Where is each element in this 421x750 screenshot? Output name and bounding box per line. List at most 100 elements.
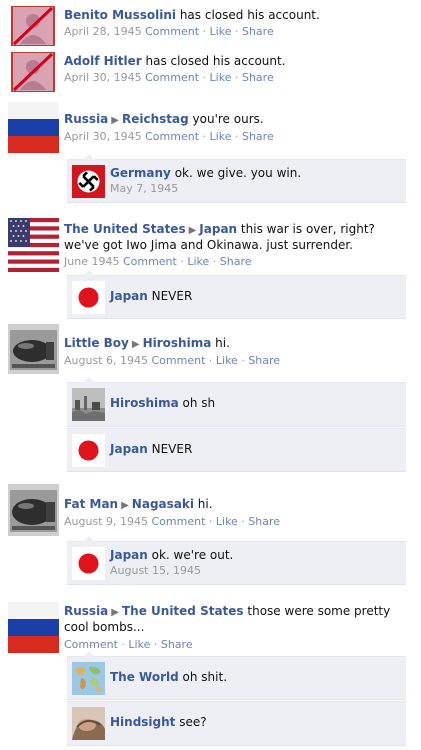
comment-text: ok. we're out. [151,548,234,562]
like-link[interactable]: Like [210,130,232,143]
hiroshima-ruins-photo-icon[interactable] [72,388,105,421]
comment-item: Japan NEVER [67,428,406,472]
swastika-flag-icon[interactable] [72,165,105,198]
post-author-link[interactable]: Benito Mussolini [64,8,176,22]
comment-link[interactable]: Comment [145,25,199,38]
comment-author-link[interactable]: Japan [110,289,148,303]
separator-dot: · [202,25,207,38]
comment-item: Japan NEVER [67,270,406,319]
post-body: Russia ▶ The United States those were some… [64,604,411,652]
post-author-link[interactable]: Adolf Hitler [64,54,142,68]
post-date: August 9, 1945 [64,515,148,528]
post-date: August 6, 1945 [64,354,148,367]
share-link[interactable]: Share [220,255,252,268]
post-text: has closed his account. [145,54,286,68]
separator-dot: · [202,130,207,143]
post-target-link[interactable]: Reichstag [122,112,189,126]
separator-dot: · [241,515,245,528]
separator-dot: · [208,354,213,367]
japan-flag-icon[interactable] [72,434,105,467]
comment-notch [83,651,95,657]
share-link[interactable]: Share [242,130,274,143]
like-link[interactable]: Like [210,25,232,38]
usa-flag-icon[interactable] [8,218,59,272]
comment-author-link[interactable]: Germany [110,166,171,180]
separator-dot: · [202,71,207,84]
share-link[interactable]: Share [242,25,274,38]
comment-text: oh sh [182,396,216,410]
feed-post: Little Boy ▶ Hiroshima hi. August 6, 1945 … [0,324,421,384]
post-text: hi. [197,497,213,511]
japan-flag-icon[interactable] [72,547,105,580]
comment-notch [83,377,95,383]
closed-account-avatar-icon[interactable] [8,6,59,54]
comment-link[interactable]: Comment [145,130,199,143]
post-date: April 28, 1945 [64,25,142,38]
comment-item: Hiroshima oh sh [67,377,406,427]
share-link[interactable]: Share [242,71,274,84]
world-map-icon[interactable] [72,662,105,695]
comment-author-link[interactable]: Hindsight [110,715,175,729]
post-author-link[interactable]: Little Boy [64,336,129,350]
like-link[interactable]: Like [216,354,238,367]
comment-author-link[interactable]: Japan [110,548,148,562]
post-author-link[interactable]: Russia [64,604,108,618]
post-date: April 30, 1945 [64,71,142,84]
comment-link[interactable]: Comment [123,255,177,268]
arrow-icon: ▶ [131,339,140,350]
comment-date: August 15, 1945 [110,564,201,577]
comment-link[interactable]: Comment [145,71,199,84]
share-link[interactable]: Share [248,515,280,528]
atomic-bomb-photo-icon[interactable] [8,484,59,536]
comment-link[interactable]: Comment [151,354,205,367]
post-target-link[interactable]: Nagasaki [132,497,194,511]
russia-flag-icon[interactable] [8,602,59,653]
separator-dot: · [121,638,125,651]
separator-dot: · [153,638,158,651]
comment-body: Japan ok. we're out. August 15, 1945 [110,548,400,578]
comment-notch [83,270,95,276]
post-target-link[interactable]: Hiroshima [143,336,212,350]
comment-item: Germany ok. we give. you win. May 7, 194… [67,154,406,203]
post-text: has closed his account. [179,8,320,22]
share-link[interactable]: Share [161,638,193,651]
post-target-link[interactable]: The United States [122,604,244,618]
comment-link[interactable]: Comment [64,638,118,651]
post-target-link[interactable]: Japan [199,222,237,236]
comment-link[interactable]: Comment [151,515,205,528]
feed-post: Adolf Hitler has closed his account. Apr… [0,50,421,94]
post-meta: April 28, 1945 Comment · Like · Share [64,25,411,39]
post-meta: June 1945 Comment · Like · Share [64,255,411,269]
post-meta: April 30, 1945 Comment · Like · Share [64,130,411,144]
japan-flag-icon[interactable] [72,281,105,314]
comment-body: Hindsight see? [110,715,400,730]
closed-account-avatar-icon[interactable] [8,52,59,100]
feed-post: Fat Man ▶ Nagasaki hi. August 9, 1945 Comm… [0,484,421,544]
post-author-link[interactable]: The United States [64,222,186,236]
post-author-link[interactable]: Fat Man [64,497,118,511]
like-link[interactable]: Like [128,638,150,651]
hindsight-avatar-icon[interactable] [72,707,105,740]
share-link[interactable]: Share [248,354,280,367]
like-link[interactable]: Like [216,515,238,528]
post-text: you're ours. [192,112,264,126]
arrow-icon: ▶ [111,607,119,618]
separator-dot: · [234,71,239,84]
comment-item: The World oh shit. [67,651,406,700]
comment-author-link[interactable]: Hiroshima [110,396,179,410]
post-meta: Comment · Like · Share [64,638,411,652]
russia-flag-icon[interactable] [8,102,59,153]
post-text: hi. [215,336,230,350]
separator-dot: · [234,130,239,143]
atomic-bomb-photo-icon[interactable] [8,324,59,374]
arrow-icon: ▶ [121,500,129,511]
separator-dot: · [180,255,184,268]
post-author-link[interactable]: Russia [64,112,108,126]
comment-item: Japan ok. we're out. August 15, 1945 [67,536,406,585]
comment-author-link[interactable]: The World [110,670,179,684]
like-link[interactable]: Like [210,71,232,84]
feed-post: Russia ▶ The United States those were some… [0,600,421,660]
comment-author-link[interactable]: Japan [110,442,148,456]
separator-dot: · [212,255,217,268]
like-link[interactable]: Like [187,255,209,268]
